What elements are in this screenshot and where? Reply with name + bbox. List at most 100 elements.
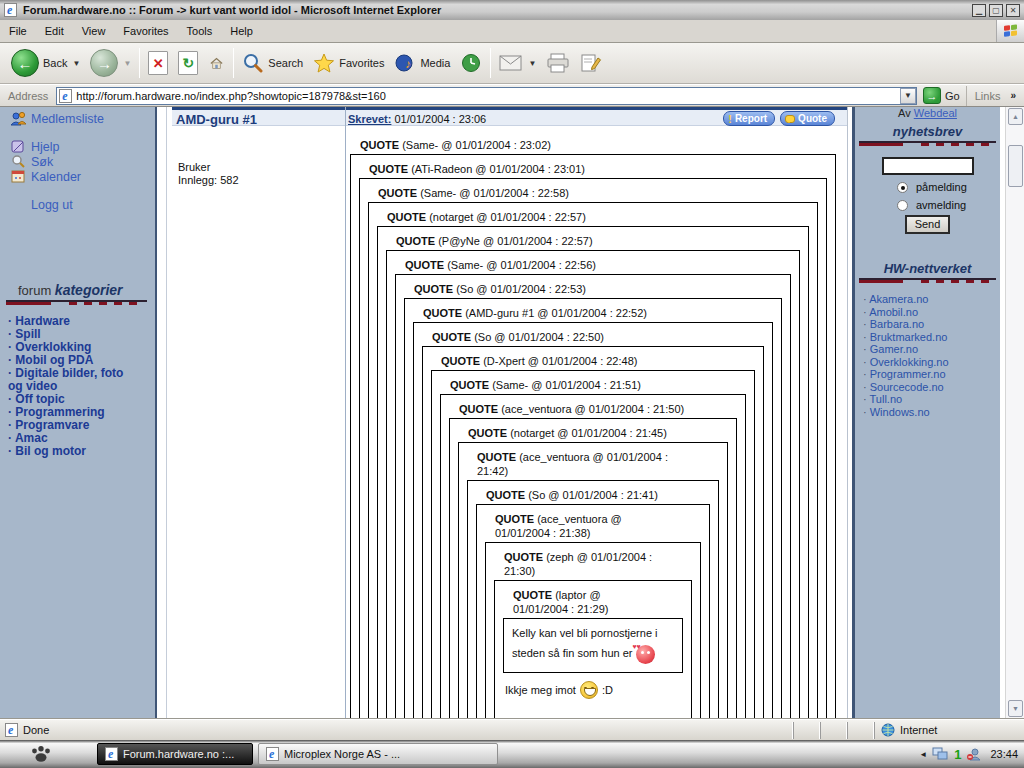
network-link[interactable]: · Windows.no [863,406,1000,419]
quote-label: QUOTE (notarget @ 01/01/2004 : 21:45) [468,426,728,440]
newsletter-email-input[interactable] [882,157,974,175]
sidebar-item-hjelp[interactable]: Hjelp [0,139,155,154]
radio-avmelding[interactable] [897,200,908,211]
right-sidebar: Av Webdeal nyhetsbrev påmelding avmeldin… [852,107,1000,719]
radio-avmelding-row[interactable]: avmelding [897,199,1000,211]
radio-paamelding[interactable] [897,182,908,193]
menu-view[interactable]: View [73,25,115,37]
tray-one-icon[interactable]: 1 [954,747,961,762]
refresh-icon: ↻ [178,51,198,75]
scrollbar-thumb[interactable] [1008,145,1023,187]
back-dropdown-icon[interactable]: ▼ [72,59,80,68]
radio-paamelding-row[interactable]: påmelding [897,181,1000,193]
taskbar-task-inactive[interactable]: Microplex Norge AS - ... [258,743,498,765]
quote-label: QUOTE (So @ 01/01/2004 : 22:50) [432,330,764,344]
ie-icon [105,747,118,761]
quote-button[interactable]: Quote [780,111,835,126]
decorative-rule [859,141,996,147]
links-chevron-icon: » [1010,90,1016,101]
network-link[interactable]: · Sourcecode.no [863,381,1000,394]
quote-box: QUOTE (D-Xpert @ 01/01/2004 : 22:48)QUOT… [422,346,764,719]
zone-text: Internet [900,724,937,736]
menu-help[interactable]: Help [221,25,262,37]
sidebar-item-loggut[interactable]: Logg ut [0,197,155,212]
menu-edit[interactable]: Edit [36,25,73,37]
category-list: · Hardware· Spill· Overklokking· Mobil o… [0,315,155,458]
quote-box: QUOTE (Same- @ 01/01/2004 : 22:58)QUOTE … [359,178,827,719]
menu-tools[interactable]: Tools [178,25,222,37]
home-button[interactable] [203,46,230,80]
scroll-down-icon[interactable]: ▼ [1008,700,1023,717]
quoted-message: Kelly kan vel bli pornostjerne i steden … [512,623,674,664]
quote-box: QUOTE (notarget @ 01/01/2004 : 22:57)QUO… [368,202,818,719]
back-button[interactable]: ← Back ▼ [6,46,85,80]
toolbar-separator [490,48,491,78]
sidebar-item-medlemsliste[interactable]: Medlemsliste [0,111,155,126]
network-tray-icon[interactable] [932,747,949,761]
send-button[interactable]: Send [905,215,951,234]
taskbar-clock: 23:44 [990,748,1018,760]
address-input[interactable]: http://forum.hardware.no/index.php?showt… [56,87,917,105]
scroll-up-icon[interactable]: ▲ [1008,108,1023,125]
network-link[interactable]: · Gamer.no [863,343,1000,356]
address-bar: Address http://forum.hardware.no/index.p… [0,85,1024,107]
media-button[interactable]: ♪ Media [389,46,455,80]
minimize-button[interactable]: ▁ [972,4,986,17]
post-author[interactable]: AMD-guru #1 [176,112,257,127]
sidebar-item-sok[interactable]: Søk [0,154,155,169]
print-button[interactable] [541,46,575,80]
tray-collapse-icon[interactable]: ◄ [919,750,927,759]
category-link[interactable]: · Digitale bilder, foto og video [8,367,155,393]
webdeal-link[interactable]: Webdeal [914,107,957,119]
toolbar-separator [139,48,140,78]
mail-button[interactable]: ▼ [494,46,541,80]
ie-icon [266,747,279,761]
menu-bar: File Edit View Favorites Tools Help [0,20,1024,43]
sidebar-item-kalender[interactable]: Kalender [0,169,155,184]
network-link[interactable]: · Bruktmarked.no [863,331,1000,344]
taskbar-task-active[interactable]: Forum.hardware.no :... [97,743,253,765]
close-button[interactable]: ✕ [1006,4,1020,17]
category-link[interactable]: · Bil og motor [8,445,155,458]
quote-box: QUOTE (AMD-guru #1 @ 01/01/2004 : 22:52)… [404,298,782,719]
start-paw-icon[interactable] [30,744,52,764]
title-bar: Forum.hardware.no :: Forum -> kurt vant … [0,0,1024,20]
menu-file[interactable]: File [0,25,36,37]
network-link[interactable]: · Akamera.no [863,293,1000,306]
written-link[interactable]: Skrevet: [348,113,391,125]
menu-favorites[interactable]: Favorites [114,25,177,37]
window-title: Forum.hardware.no :: Forum -> kurt vant … [23,4,969,16]
calendar-icon [10,169,27,184]
report-icon: ! [728,113,732,125]
report-button[interactable]: !Report [723,111,775,126]
forward-button[interactable]: → ▼ [85,46,136,80]
go-button[interactable]: → Go [923,87,960,104]
quote-box: QUOTE (Same- @ 01/01/2004 : 21:51)QUOTE … [431,370,755,719]
history-button[interactable] [455,46,487,80]
quote-label: QUOTE (ATi-Radeon @ 01/01/2004 : 23:01) [369,162,827,176]
search-small-icon [10,154,27,169]
refresh-button[interactable]: ↻ [173,46,203,80]
vertical-scrollbar[interactable]: ▲ ▼ [1005,107,1024,719]
messenger-tray-icon[interactable] [966,747,982,761]
print-icon [546,53,570,73]
mail-dropdown-icon[interactable]: ▼ [528,59,536,68]
quote-box: QUOTE (zeph @ 01/01/2004 :21:30)QUOTE (l… [485,542,701,719]
edit-button[interactable] [575,46,607,80]
network-link[interactable]: · Overklokking.no [863,356,1000,369]
address-dropdown[interactable]: ▼ [900,88,916,104]
network-link[interactable]: · Programmer.no [863,368,1000,381]
network-header: HW-nettverket [855,261,1000,276]
links-menu[interactable]: Links » [966,86,1024,106]
maximize-button[interactable]: ▢ [989,4,1003,17]
search-button[interactable]: Search [237,46,308,80]
favorites-button[interactable]: Favorites [308,46,389,80]
stop-button[interactable]: ✕ [143,46,173,80]
network-link[interactable]: · Tull.no [863,393,1000,406]
ad-credit: Av Webdeal [855,107,1000,119]
browser-viewport: Medlemsliste Hjelp Søk [0,107,1024,719]
quote-label: QUOTE (So @ 01/01/2004 : 21:41) [486,488,710,502]
network-link[interactable]: · Barbara.no [863,318,1000,331]
help-icon [10,139,27,154]
network-link[interactable]: · Amobil.no [863,306,1000,319]
